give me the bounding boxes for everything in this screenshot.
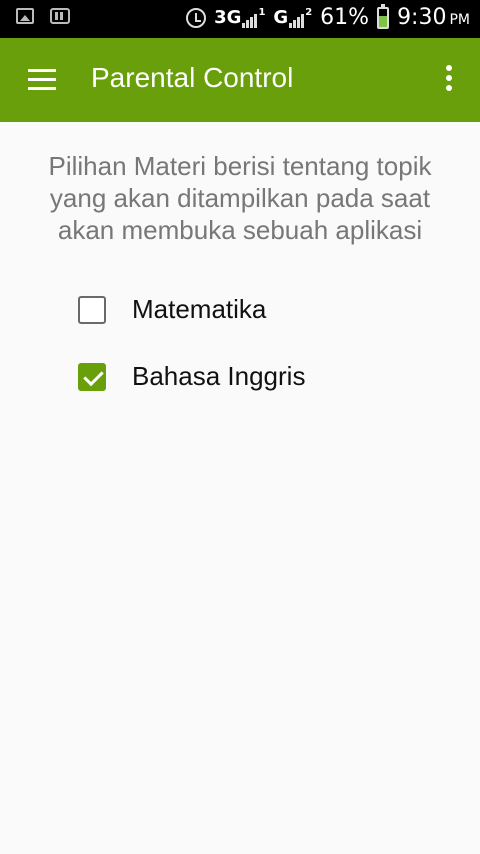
battery-percent: 61% — [320, 5, 370, 30]
app-bar: Parental Control — [0, 38, 480, 122]
option-label: Bahasa Inggris — [132, 361, 306, 391]
status-bar: 3G 1 G 2 61% 9:30 PM — [0, 0, 480, 38]
battery-icon — [377, 3, 390, 29]
alarm-icon — [186, 7, 207, 28]
image-notification-icon — [16, 8, 34, 24]
signal-sim1: 3G 1 — [214, 7, 265, 28]
option-label: Matematika — [132, 294, 267, 324]
hamburger-menu-icon[interactable] — [28, 69, 56, 91]
network-type-2: G — [273, 7, 289, 28]
option-bahasa-inggris[interactable]: Bahasa Inggris — [78, 361, 305, 392]
checkbox-bahasa-inggris[interactable] — [78, 362, 106, 391]
description-text: Pilihan Materi berisi tentang topik yang… — [48, 151, 432, 245]
sim-1-label: 1 — [258, 7, 266, 18]
clock-ampm: PM — [449, 12, 470, 28]
signal-bars-icon — [242, 12, 258, 28]
overflow-menu-icon[interactable] — [446, 65, 454, 95]
sim-2-label: 2 — [305, 7, 313, 18]
signal-sim2: G 2 — [273, 7, 312, 28]
signal-bars-icon — [289, 12, 305, 28]
network-type-1: 3G — [214, 7, 242, 28]
option-matematika[interactable]: Matematika — [78, 294, 266, 325]
clock: 9:30 PM — [397, 5, 470, 30]
notification-icons — [16, 8, 70, 24]
bbm-notification-icon — [50, 8, 70, 24]
clock-time: 9:30 — [397, 5, 447, 30]
status-indicators: 3G 1 G 2 61% 9:30 PM — [186, 3, 470, 30]
checkbox-matematika[interactable] — [78, 295, 106, 324]
battery-level — [379, 15, 388, 27]
page-title: Parental Control — [91, 62, 294, 93]
